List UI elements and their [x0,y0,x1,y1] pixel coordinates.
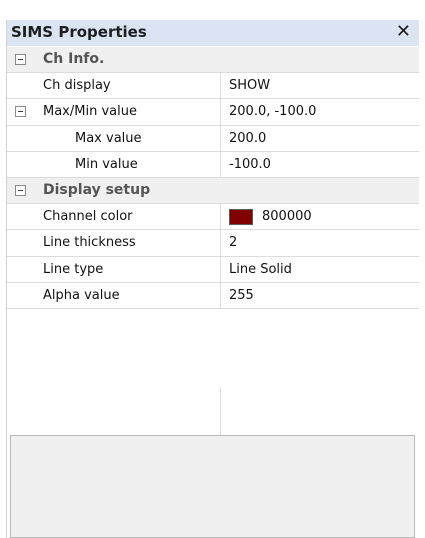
property-row-ch-display[interactable]: Ch display SHOW [7,73,419,100]
property-value: SHOW [229,78,271,94]
property-row-min-value[interactable]: Min value -100.0 [7,151,419,178]
property-value-cell[interactable]: 2 [220,230,419,256]
collapse-icon[interactable] [15,54,26,65]
property-value-cell[interactable]: Line Solid [220,256,419,282]
property-name: Max/Min value [43,104,137,120]
close-icon[interactable]: ✕ [396,21,411,42]
property-name: Max value [75,130,142,146]
property-value: 255 [229,287,254,303]
column-divider[interactable] [220,387,221,442]
collapse-icon[interactable] [15,184,26,196]
property-name: Ch display [43,78,111,94]
property-value-cell[interactable]: 255 [220,282,419,308]
property-value: -100.0 [229,156,271,172]
property-row-max-min-value[interactable]: Max/Min value 200.0, -100.0 [7,99,419,126]
category-display-setup[interactable]: Display setup [7,177,419,205]
color-swatch[interactable] [229,209,253,226]
property-row-alpha-value[interactable]: Alpha value 255 [7,282,419,309]
property-name: Line thickness [43,235,136,251]
property-row-channel-color[interactable]: Channel color 800000 [7,204,419,231]
property-name: Line type [43,261,104,277]
property-value: 800000 [262,209,312,225]
category-label: Display setup [43,181,151,198]
description-pane [10,435,415,538]
sims-properties-panel: SIMS Properties ✕ Ch Info. Ch display SH… [6,20,424,538]
property-value-cell[interactable]: -100.0 [220,151,419,177]
property-value-cell[interactable]: 200.0, -100.0 [220,99,419,125]
property-value: 200.0 [229,130,267,146]
property-value: 200.0, -100.0 [229,104,317,120]
property-row-line-thickness[interactable]: Line thickness 2 [7,230,419,257]
property-value: Line Solid [229,261,292,277]
property-value-cell[interactable]: SHOW [220,73,419,99]
panel-title: SIMS Properties [11,23,147,41]
property-value: 2 [229,235,238,251]
property-row-max-value[interactable]: Max value 200.0 [7,125,419,152]
panel-title-bar: SIMS Properties ✕ [7,20,419,46]
grid-empty-area [7,387,419,442]
property-value-cell[interactable]: 200.0 [220,125,419,151]
property-name: Min value [75,156,138,172]
category-ch-info[interactable]: Ch Info. [7,47,419,74]
collapse-icon[interactable] [15,106,26,118]
property-row-line-type[interactable]: Line type Line Solid [7,256,419,283]
category-label: Ch Info. [43,51,105,67]
property-name: Alpha value [43,287,120,303]
property-value-cell[interactable]: 800000 [220,204,419,230]
property-grid: Ch Info. Ch display SHOW Max/Min value 2… [7,47,419,309]
property-name: Channel color [43,209,133,225]
